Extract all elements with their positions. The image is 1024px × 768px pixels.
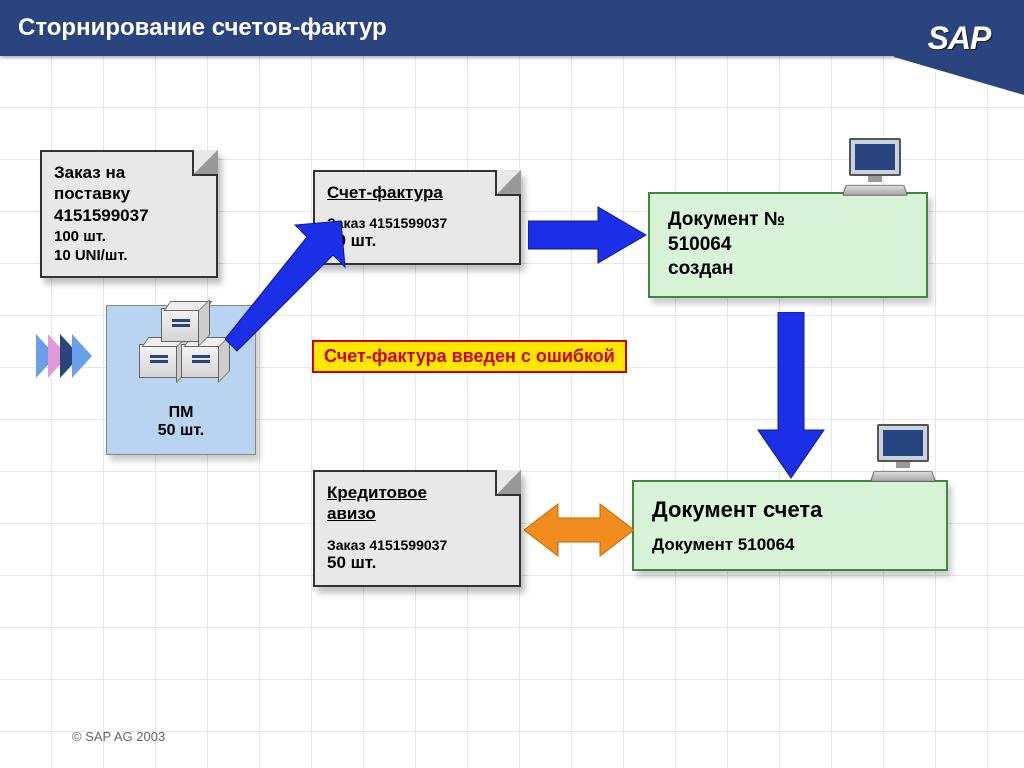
slide-header: Сторнирование счетов-фактур (0, 0, 1024, 56)
pm-label: ПМ (107, 404, 255, 422)
computer-icon-2 (868, 424, 938, 482)
warning-text: Счет-фактура введен с ошибкой (324, 346, 615, 366)
credit-qty: 50 шт. (327, 553, 507, 573)
po-line1: Заказ на (54, 162, 204, 183)
doc-created-l3: создан (668, 257, 908, 282)
po-note: Заказ на поставку 4151599037 100 шт. 10 … (40, 150, 218, 278)
doc-account-box: Документ счета Документ 510064 (632, 480, 948, 571)
boxes-icon (135, 300, 225, 380)
copyright-text: © SAP AG 2003 (72, 729, 165, 744)
po-price: 10 UNI/шт. (54, 247, 204, 264)
po-line2: поставку (54, 183, 204, 204)
slide-title: Сторнирование счетов-фактур (18, 14, 387, 42)
doc-created-l1: Документ № (668, 208, 908, 233)
arrow-down (756, 312, 826, 480)
arrow-double-orange (524, 500, 634, 560)
warning-banner: Счет-фактура введен с ошибкой (312, 340, 627, 373)
po-qty: 100 шт. (54, 228, 204, 245)
pm-qty: 50 шт. (107, 422, 255, 440)
doc-created-box: Документ № 510064 создан (648, 192, 928, 298)
credit-order: Заказ 4151599037 (327, 537, 507, 553)
chevrons-icon (36, 334, 84, 378)
sap-logo: SAP (928, 20, 991, 57)
arrow-invoice-to-doc (528, 205, 648, 265)
computer-icon-1 (840, 138, 910, 196)
doc-account-sub: Документ 510064 (652, 535, 928, 555)
copyright: © SAP AG 2003 (72, 729, 165, 744)
credit-title2: авизо (327, 503, 507, 524)
arrow-pm-to-invoice (225, 195, 355, 355)
po-number: 4151599037 (54, 205, 204, 226)
credit-title1: Кредитовое (327, 482, 507, 503)
doc-account-title: Документ счета (652, 496, 928, 525)
credit-note: Кредитовое авизо Заказ 4151599037 50 шт. (313, 470, 521, 587)
doc-created-l2: 510064 (668, 233, 908, 258)
